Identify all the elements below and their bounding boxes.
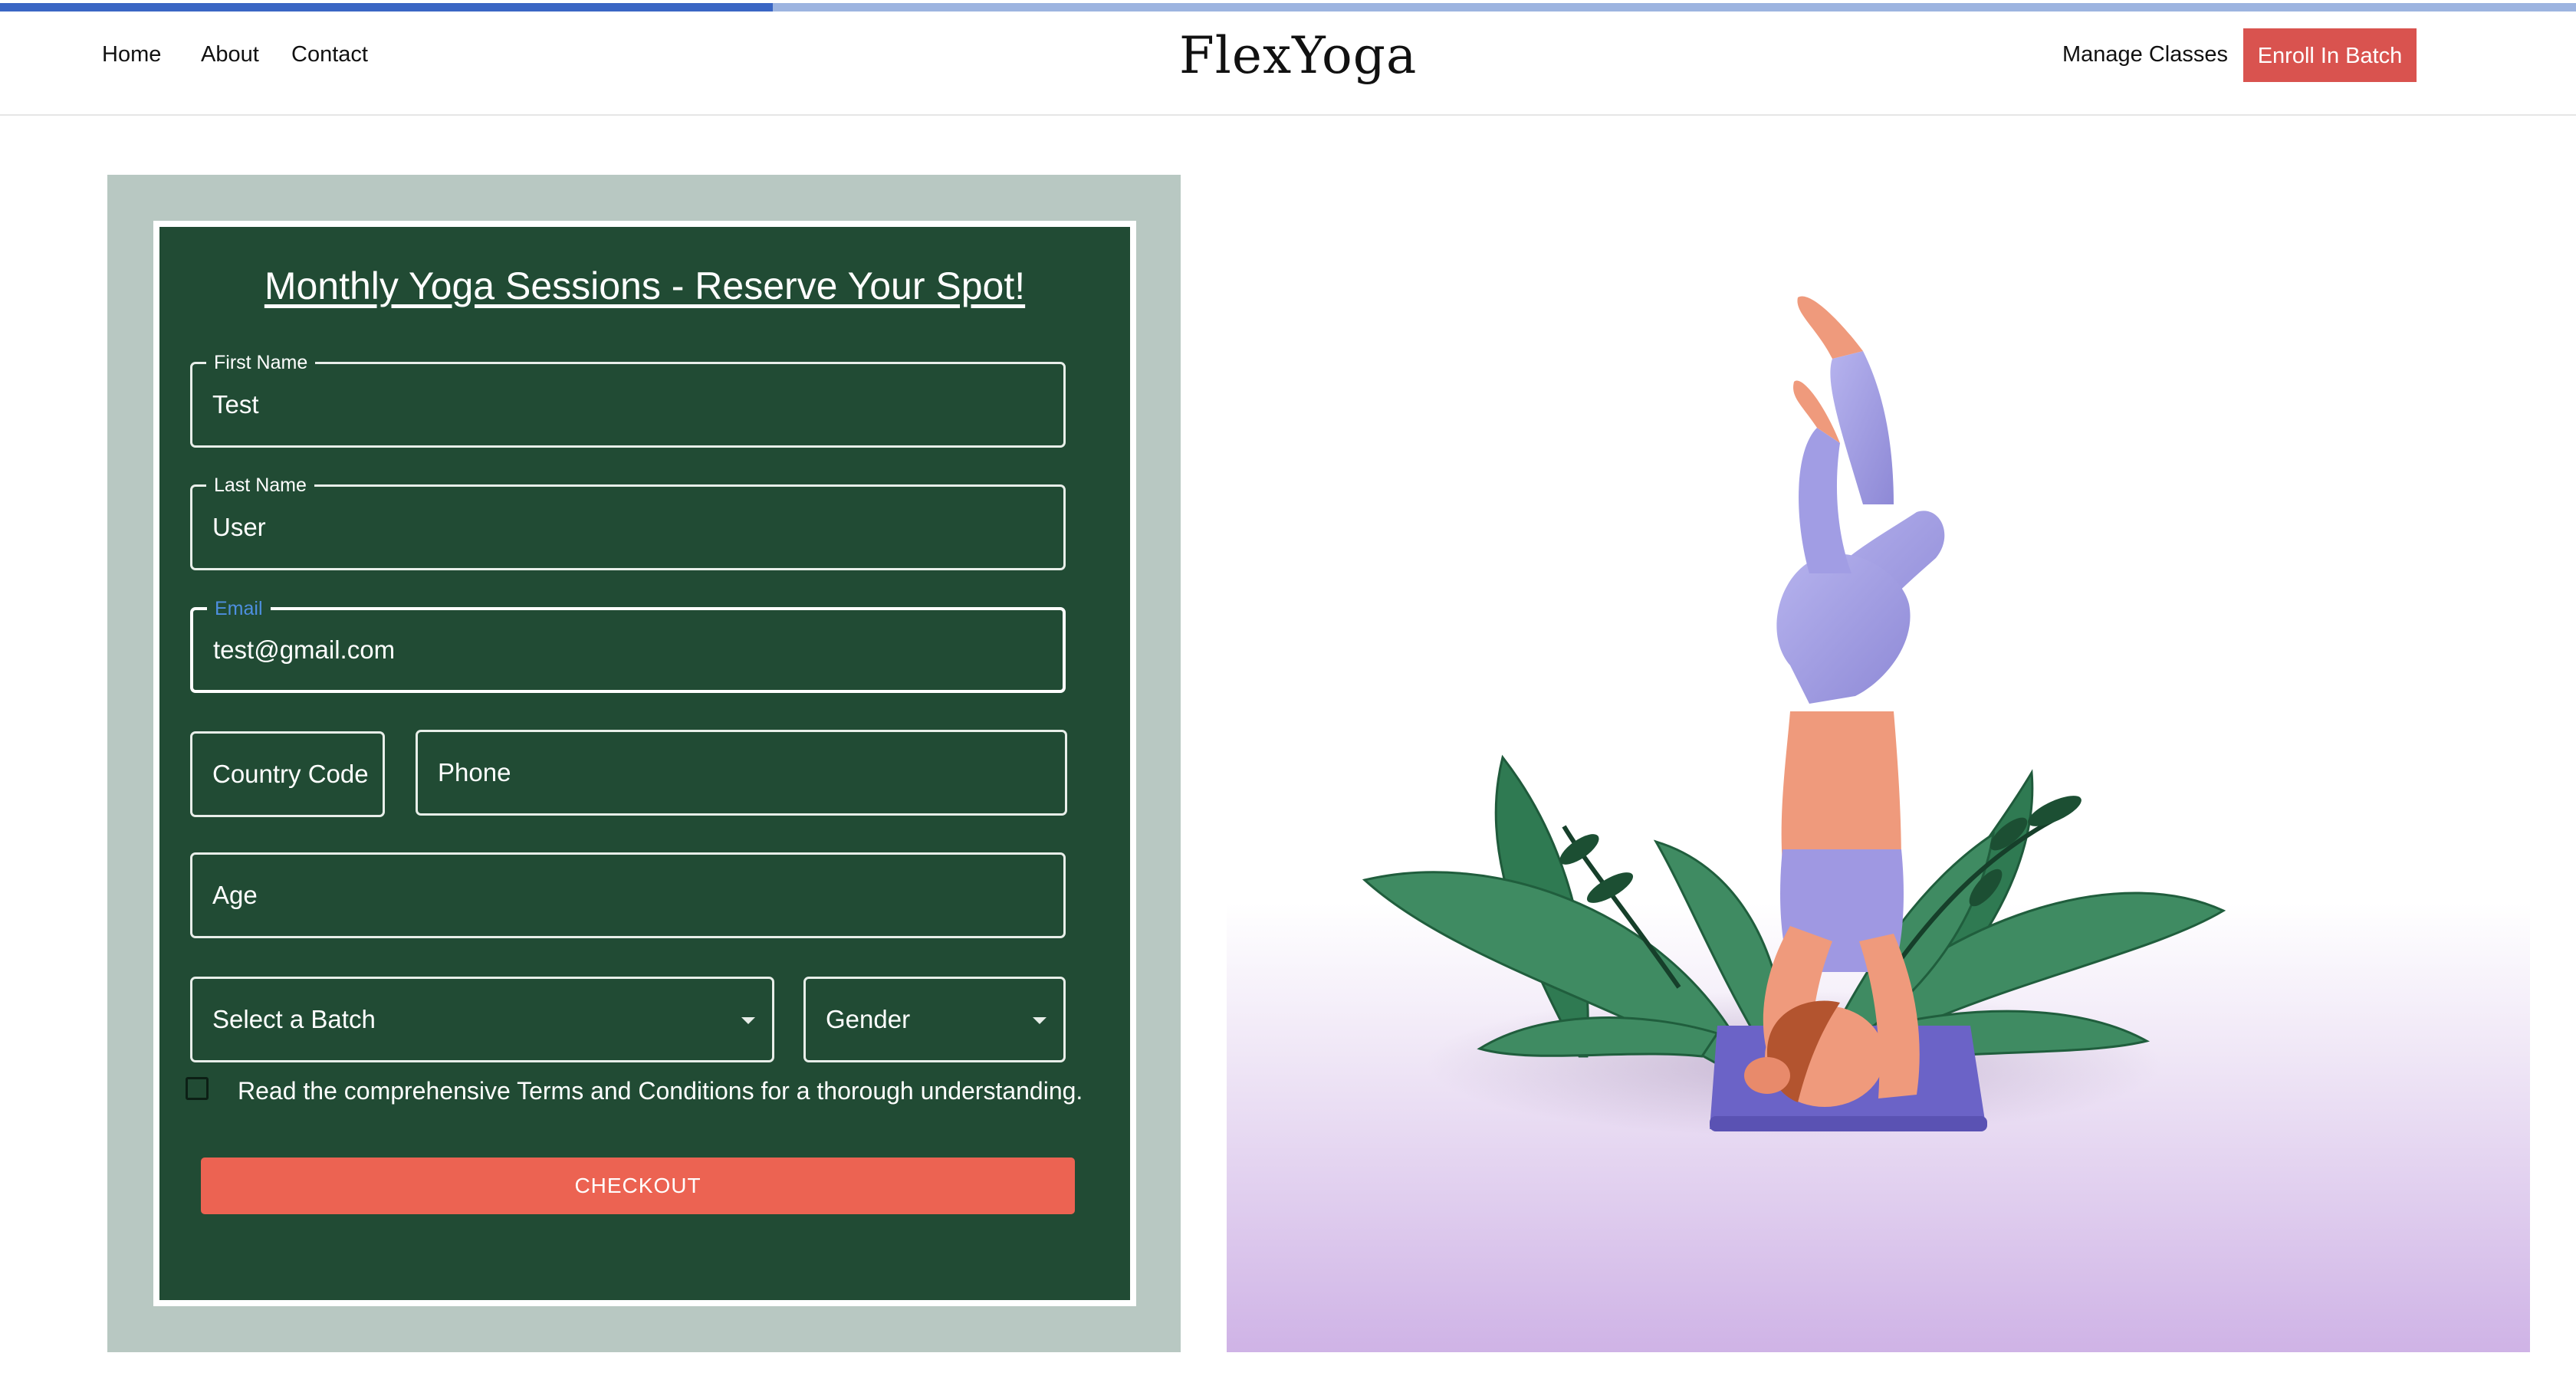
country-code-field[interactable]: Country Code — [190, 731, 385, 817]
country-code-placeholder: Country Code — [212, 760, 369, 788]
yoga-headstand-illustration — [1227, 175, 2530, 1352]
checkout-button[interactable]: CHECKOUT — [201, 1158, 1075, 1214]
brand-logo[interactable]: FlexYoga — [1179, 26, 1417, 85]
first-name-field[interactable]: First Name Test — [190, 352, 1066, 448]
age-placeholder: Age — [212, 881, 258, 909]
phone-placeholder: Phone — [438, 758, 511, 786]
gender-placeholder: Gender — [826, 1005, 911, 1033]
chevron-down-icon — [1033, 1017, 1046, 1024]
nav-about-link[interactable]: About — [201, 42, 259, 67]
batch-select[interactable]: Select a Batch — [190, 977, 774, 1062]
last-name-value: User — [212, 513, 266, 541]
email-field[interactable]: Email test@gmail.com — [190, 598, 1066, 693]
manage-classes-link[interactable]: Manage Classes — [2062, 42, 2228, 67]
progress-fill — [0, 3, 773, 11]
nav-contact-link[interactable]: Contact — [291, 42, 368, 67]
batch-placeholder: Select a Batch — [212, 1005, 376, 1033]
terms-text: Read the comprehensive Terms and Conditi… — [238, 1077, 1083, 1105]
email-value: test@gmail.com — [213, 635, 396, 664]
enroll-in-batch-button[interactable]: Enroll In Batch — [2243, 28, 2417, 82]
terms-checkbox[interactable] — [186, 1077, 209, 1100]
first-name-value: Test — [212, 390, 259, 419]
site-header: Home About Contact FlexYoga Manage Class… — [0, 11, 2576, 116]
gender-select[interactable]: Gender — [803, 977, 1066, 1062]
form-title: Monthly Yoga Sessions - Reserve Your Spo… — [264, 264, 1026, 307]
last-name-field[interactable]: Last Name User — [190, 474, 1066, 570]
chevron-down-icon — [741, 1017, 755, 1024]
nav-home-link[interactable]: Home — [102, 42, 161, 67]
phone-field[interactable]: Phone — [416, 730, 1067, 816]
top-progress-bar — [0, 3, 2576, 11]
age-field[interactable]: Age — [190, 852, 1066, 938]
